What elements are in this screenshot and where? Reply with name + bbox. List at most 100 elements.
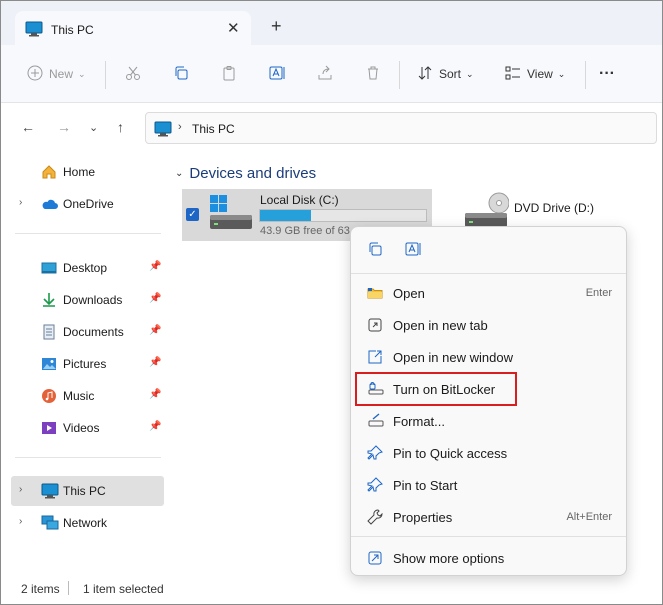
menu-item-pin-quick-access[interactable]: Pin to Quick access: [357, 438, 620, 468]
rename-icon[interactable]: [405, 241, 423, 260]
navigation-pane: Home › OneDrive Desktop 📌 Downloads 📌 Do…: [1, 153, 166, 571]
tab-this-pc[interactable]: This PC ✕: [15, 11, 251, 47]
checkbox-checked-icon[interactable]: ✓: [186, 208, 199, 221]
address-bar[interactable]: › This PC: [145, 112, 657, 144]
copy-icon[interactable]: [367, 241, 383, 260]
monitor-icon: [154, 121, 172, 140]
new-tab-button[interactable]: +: [271, 17, 282, 35]
menu-item-properties[interactable]: Properties Alt+Enter: [357, 502, 620, 532]
back-arrow-icon[interactable]: ←: [21, 119, 35, 135]
view-button[interactable]: View ⌄: [505, 63, 565, 85]
sort-icon: [417, 65, 433, 84]
sidebar-item-label: Home: [63, 165, 96, 179]
new-button[interactable]: New ⌄: [27, 63, 86, 85]
plus-circle-icon: [27, 65, 43, 84]
pin-icon[interactable]: 📌: [149, 325, 161, 336]
menu-item-open-new-window[interactable]: Open in new window: [357, 342, 620, 372]
pin-icon[interactable]: 📌: [149, 357, 161, 368]
sidebar-item-network[interactable]: › Network: [11, 508, 164, 538]
trash-icon: [365, 65, 381, 84]
rename-button[interactable]: [269, 63, 287, 85]
more-options-button[interactable]: ···: [599, 63, 615, 85]
sidebar-item-documents[interactable]: Documents 📌: [11, 317, 164, 347]
file-explorer-window: This PC ✕ + New ⌄ Sort ⌄ View ⌄ ··· ← → …: [0, 0, 663, 605]
copy-button[interactable]: [173, 63, 189, 85]
menu-item-label: Open in new tab: [393, 318, 488, 333]
document-icon: [41, 324, 57, 340]
sidebar-item-desktop[interactable]: Desktop 📌: [11, 253, 164, 283]
sidebar-item-home[interactable]: Home: [11, 157, 164, 187]
menu-item-show-more-options[interactable]: Show more options: [357, 543, 620, 573]
desktop-icon: [41, 260, 57, 276]
forward-arrow-icon[interactable]: →: [57, 119, 71, 135]
share-icon: [317, 65, 333, 84]
format-drive-icon: [367, 413, 384, 429]
monitor-icon: [41, 483, 59, 499]
share-button[interactable]: [317, 63, 333, 85]
sidebar-item-label: Music: [63, 389, 95, 403]
sidebar-item-videos[interactable]: Videos 📌: [11, 413, 164, 443]
monitor-icon: [25, 21, 43, 40]
sort-label: Sort: [439, 67, 462, 81]
drive-usage-bar: [259, 209, 427, 222]
pin-icon: [367, 477, 383, 493]
chevron-right-icon[interactable]: ›: [19, 516, 22, 527]
menu-item-pin-start[interactable]: Pin to Start: [357, 470, 620, 500]
sidebar-item-label: This PC: [63, 484, 106, 498]
chevron-right-icon[interactable]: ›: [19, 197, 22, 208]
cut-button[interactable]: [125, 63, 141, 85]
chevron-down-icon: ⌄: [175, 168, 184, 179]
title-bar: This PC ✕ +: [1, 1, 662, 47]
view-list-icon: [505, 65, 521, 84]
sidebar-item-pictures[interactable]: Pictures 📌: [11, 349, 164, 379]
home-icon: [41, 164, 57, 180]
breadcrumb-chevron-icon[interactable]: ›: [178, 121, 182, 133]
selection-count: 1 item selected: [83, 582, 164, 596]
divider: [351, 536, 626, 537]
pin-icon[interactable]: 📌: [149, 421, 161, 432]
sidebar-item-label: OneDrive: [63, 197, 114, 211]
item-count: 2 items: [21, 582, 60, 596]
divider: [399, 61, 400, 89]
sort-button[interactable]: Sort ⌄: [417, 63, 474, 85]
sidebar-item-onedrive[interactable]: › OneDrive: [11, 189, 164, 219]
divider: [351, 273, 626, 274]
divider: [585, 61, 586, 89]
tab-title: This PC: [51, 23, 94, 37]
sidebar-item-music[interactable]: Music 📌: [11, 381, 164, 411]
menu-item-label: Open in new window: [393, 350, 513, 365]
menu-item-label: Properties: [393, 510, 453, 525]
paste-button[interactable]: [221, 63, 237, 85]
picture-icon: [41, 356, 57, 372]
network-icon: [41, 515, 59, 531]
chevron-down-icon: ⌄: [466, 68, 474, 79]
menu-item-open-new-tab[interactable]: Open in new tab: [357, 310, 620, 340]
menu-item-label: Show more options: [393, 551, 505, 566]
chevron-down-icon: ⌄: [78, 68, 86, 79]
divider: [15, 233, 161, 234]
sidebar-item-this-pc[interactable]: › This PC: [11, 476, 164, 506]
chevron-right-icon[interactable]: ›: [19, 484, 22, 495]
section-header-devices[interactable]: ⌄ Devices and drives: [175, 165, 316, 182]
menu-item-label: Pin to Quick access: [393, 446, 508, 461]
pin-icon[interactable]: 📌: [149, 389, 161, 400]
music-icon: [41, 388, 57, 404]
menu-item-format[interactable]: Format...: [357, 406, 620, 436]
command-bar: New ⌄ Sort ⌄ View ⌄ ···: [1, 45, 662, 103]
close-tab-button[interactable]: ✕: [227, 19, 240, 37]
show-more-icon: [367, 550, 383, 566]
bitlocker-highlight-outline: [355, 372, 517, 406]
recent-locations-chevron-icon[interactable]: ⌄: [89, 121, 98, 134]
drive-free-space: 43.9 GB free of 63: [260, 225, 350, 237]
pin-icon[interactable]: 📌: [149, 261, 161, 272]
sidebar-item-label: Desktop: [63, 261, 108, 275]
drive-name: Local Disk (C:): [260, 193, 339, 207]
pin-icon[interactable]: 📌: [149, 293, 161, 304]
download-arrow-icon: [41, 292, 57, 308]
up-arrow-icon[interactable]: ↑: [117, 119, 124, 135]
video-icon: [41, 420, 57, 436]
sidebar-item-downloads[interactable]: Downloads 📌: [11, 285, 164, 315]
breadcrumb-this-pc[interactable]: This PC: [192, 122, 235, 136]
menu-item-open[interactable]: Open Enter: [357, 278, 620, 308]
delete-button[interactable]: [365, 63, 381, 85]
